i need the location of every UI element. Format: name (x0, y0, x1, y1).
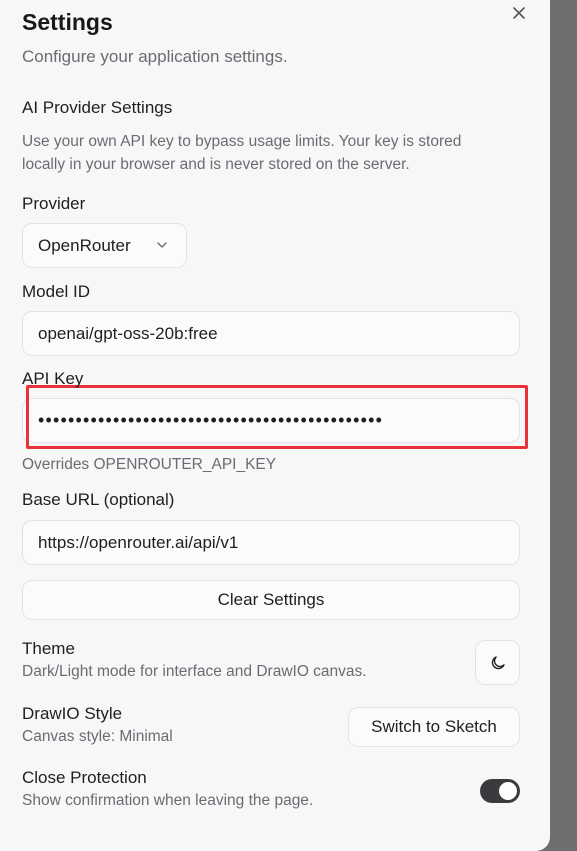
chevron-down-icon (157, 242, 167, 248)
drawio-style-description: Canvas style: Minimal (22, 728, 173, 745)
close-icon (513, 7, 525, 19)
close-protection-title: Close Protection (22, 768, 147, 787)
provider-select[interactable]: OpenRouter (22, 223, 187, 268)
close-protection-toggle[interactable] (480, 779, 520, 803)
switch-to-sketch-button[interactable]: Switch to Sketch (348, 707, 520, 747)
model-id-label: Model ID (22, 282, 91, 301)
clear-settings-button[interactable]: Clear Settings (22, 580, 520, 620)
moon-icon (491, 655, 505, 669)
theme-title: Theme (22, 639, 75, 658)
api-key-input[interactable]: ••••••••••••••••••••••••••••••••••••••••… (22, 398, 520, 443)
theme-toggle-button[interactable] (475, 640, 520, 685)
api-key-label: API Key (22, 369, 84, 388)
theme-description: Dark/Light mode for interface and DrawIO… (22, 663, 367, 680)
base-url-input[interactable]: https://openrouter.ai/api/v1 (22, 520, 520, 565)
toggle-knob (499, 782, 517, 800)
dialog-subtitle: Configure your application settings. (22, 47, 288, 66)
settings-dialog: Settings Configure your application sett… (0, 0, 550, 851)
provider-label: Provider (22, 194, 86, 213)
dialog-title: Settings (22, 9, 113, 35)
drawio-style-title: DrawIO Style (22, 704, 123, 723)
ai-provider-section-title: AI Provider Settings (22, 98, 173, 117)
model-id-input[interactable]: openai/gpt-oss-20b:free (22, 311, 520, 356)
api-key-hint: Overrides OPENROUTER_API_KEY (22, 456, 277, 473)
base-url-label: Base URL (optional) (22, 490, 175, 509)
close-protection-description: Show confirmation when leaving the page. (22, 792, 314, 809)
close-button[interactable] (509, 3, 529, 23)
ai-provider-description: Use your own API key to bypass usage lim… (22, 133, 462, 173)
provider-select-value: OpenRouter (38, 235, 131, 255)
